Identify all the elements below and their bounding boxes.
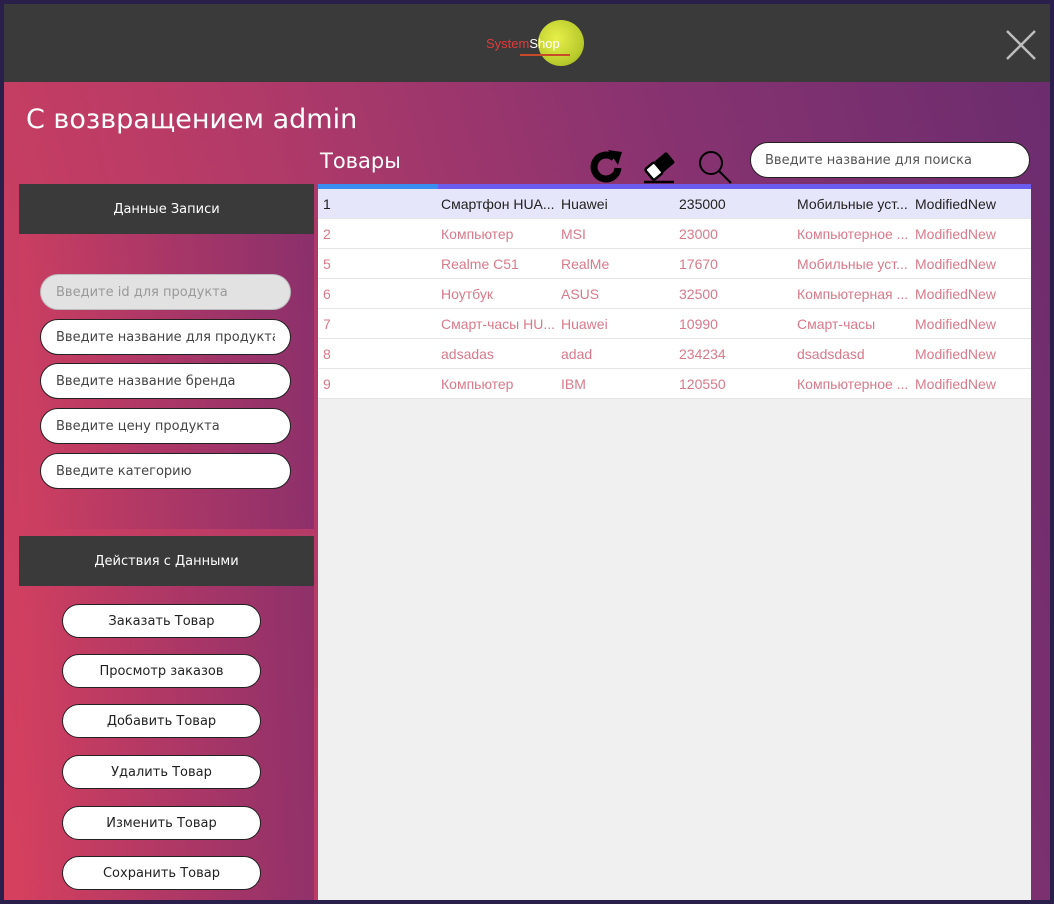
- products-table[interactable]: 1 Смартфон HUA... Huawei 235000 Мобильные ус…: [318, 184, 1031, 900]
- cell-category: Компьютерное ...: [797, 226, 909, 242]
- table-row[interactable]: 9 Компьютер IBM 120550 Компьютерное ... Modif…: [318, 369, 1031, 399]
- cell-id: 5: [323, 256, 331, 272]
- table-row[interactable]: 6 Ноутбук ASUS 32500 Компьютерная ... Modifie…: [318, 279, 1031, 309]
- cell-price: 120550: [679, 376, 726, 392]
- table-row[interactable]: 1 Смартфон HUA... Huawei 235000 Мобильные ус…: [318, 189, 1031, 219]
- logo-underline: [520, 54, 570, 56]
- cell-price: 10990: [679, 316, 718, 332]
- add-product-button[interactable]: Добавить Товар: [62, 704, 261, 738]
- data-panel-header: Данные Записи: [19, 184, 314, 234]
- view-orders-button[interactable]: Просмотр заказов: [62, 654, 261, 688]
- products-title: Товары: [320, 149, 401, 173]
- eraser-icon[interactable]: [640, 146, 680, 186]
- cell-brand: Huawei: [561, 316, 608, 332]
- cell-brand: RealMe: [561, 256, 610, 272]
- save-product-button[interactable]: Сохранить Товар: [62, 856, 261, 890]
- cell-id: 9: [323, 376, 331, 392]
- cell-status: ModifiedNew: [915, 316, 996, 332]
- category-field[interactable]: [40, 453, 291, 489]
- cell-name: Компьютер: [441, 376, 514, 392]
- cell-status: ModifiedNew: [915, 256, 996, 272]
- search-input[interactable]: [750, 142, 1030, 178]
- cell-brand: Huawei: [561, 196, 608, 212]
- price-field[interactable]: [40, 408, 291, 444]
- cell-brand: adad: [561, 346, 593, 362]
- cell-category: Компьютерная ...: [797, 286, 909, 302]
- cell-brand: ASUS: [561, 286, 600, 302]
- cell-id: 2: [323, 226, 331, 242]
- table-row[interactable]: 5 Realme C51 RealMe 17670 Мобильные уст... Mo…: [318, 249, 1031, 279]
- cell-category: Мобильные уст...: [797, 196, 908, 212]
- table-row[interactable]: 2 Компьютер MSI 23000 Компьютерное ... Modifi…: [318, 219, 1031, 249]
- cell-id: 6: [323, 286, 331, 302]
- search-icon[interactable]: [694, 146, 734, 186]
- cell-id: 7: [323, 316, 331, 332]
- cell-brand: MSI: [561, 226, 586, 242]
- product-name-field[interactable]: [40, 319, 291, 355]
- welcome-heading: С возвращением admin: [26, 104, 358, 135]
- main-window: SystemShop С возвращением admin Товары Д…: [4, 4, 1050, 900]
- table-row[interactable]: 8 adsadas adad 234234 dsadsdasd ModifiedNew: [318, 339, 1031, 369]
- cell-category: Смарт-часы: [797, 316, 876, 332]
- cell-price: 17670: [679, 256, 718, 272]
- close-icon[interactable]: [1004, 28, 1038, 62]
- cell-price: 235000: [679, 196, 726, 212]
- actions-panel-header: Действия с Данными: [19, 536, 314, 586]
- cell-price: 32500: [679, 286, 718, 302]
- brand-field[interactable]: [40, 363, 291, 399]
- cell-name: Компьютер: [441, 226, 514, 242]
- cell-id: 8: [323, 346, 331, 362]
- cell-name: Смарт-часы HU...: [441, 316, 555, 332]
- refresh-icon[interactable]: [586, 146, 626, 186]
- cell-status: ModifiedNew: [915, 286, 996, 302]
- data-panel-title: Данные Записи: [113, 201, 220, 217]
- logo-text: SystemShop: [486, 36, 560, 51]
- cell-status: ModifiedNew: [915, 226, 996, 242]
- cell-name: adsadas: [441, 346, 494, 362]
- table-row[interactable]: 7 Смарт-часы HU... Huawei 10990 Смарт-часы Mo…: [318, 309, 1031, 339]
- cell-price: 234234: [679, 346, 726, 362]
- order-product-button[interactable]: Заказать Товар: [62, 604, 261, 638]
- cell-name: Ноутбук: [441, 286, 493, 302]
- app-logo: SystemShop: [486, 20, 596, 68]
- delete-product-button[interactable]: Удалить Товар: [62, 755, 261, 789]
- cell-status: ModifiedNew: [915, 346, 996, 362]
- cell-status: ModifiedNew: [915, 376, 996, 392]
- cell-status: ModifiedNew: [915, 196, 996, 212]
- cell-id: 1: [323, 196, 331, 212]
- cell-name: Смартфон HUA...: [441, 196, 555, 212]
- actions-panel-title: Действия с Данными: [94, 553, 239, 569]
- cell-name: Realme C51: [441, 256, 519, 272]
- cell-category: Компьютерное ...: [797, 376, 909, 392]
- cell-brand: IBM: [561, 376, 586, 392]
- edit-product-button[interactable]: Изменить Товар: [62, 806, 261, 840]
- product-id-field: [40, 274, 291, 310]
- cell-category: dsadsdasd: [797, 346, 865, 362]
- cell-price: 23000: [679, 226, 718, 242]
- cell-category: Мобильные уст...: [797, 256, 908, 272]
- title-bar: SystemShop: [4, 4, 1050, 82]
